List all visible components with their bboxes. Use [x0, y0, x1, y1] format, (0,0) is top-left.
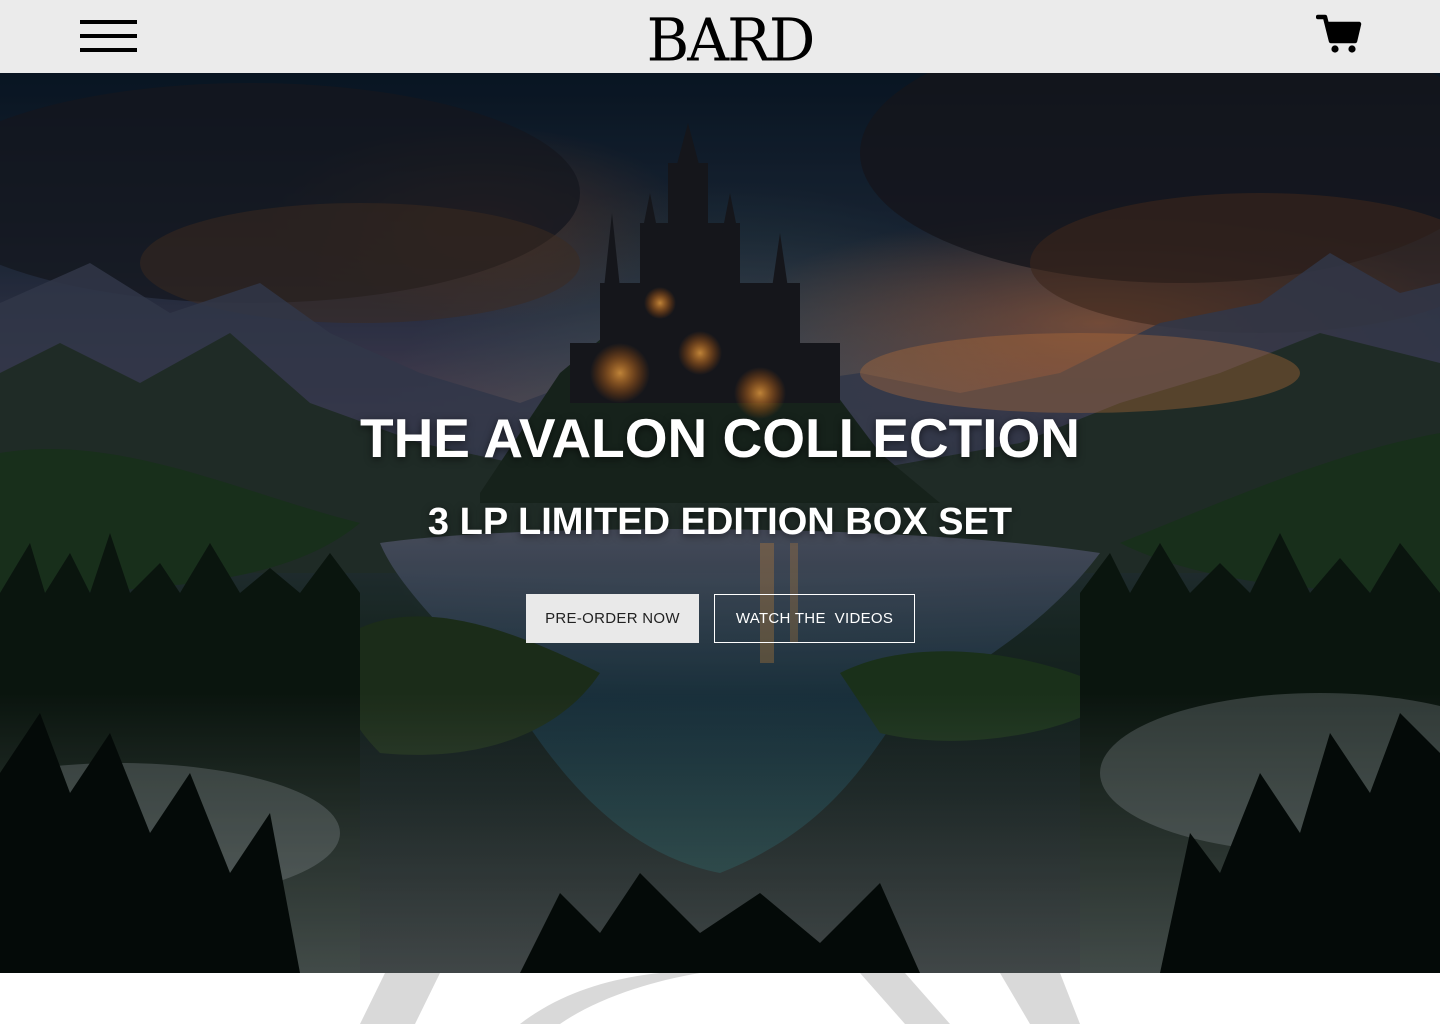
hamburger-menu-icon[interactable]: [80, 20, 137, 52]
hero-subtitle: 3 LP LIMITED EDITION BOX SET: [427, 501, 1013, 543]
logo-text: BARD: [646, 5, 816, 75]
hero-title: THE AVALON COLLECTION: [359, 407, 1081, 469]
next-section: [0, 973, 1440, 1024]
menu-bar: [80, 48, 137, 52]
watch-videos-button[interactable]: WATCH THE VIDEOS: [714, 594, 915, 643]
decorative-watermark-graphic: [360, 973, 1080, 1024]
menu-bar: [80, 34, 137, 38]
site-logo[interactable]: BARD: [647, 8, 816, 72]
shopping-cart-icon[interactable]: [1315, 14, 1362, 54]
hero-banner: THE AVALON COLLECTION 3 LP LIMITED EDITI…: [0, 73, 1440, 973]
pre-order-button[interactable]: PRE-ORDER NOW: [526, 594, 699, 643]
site-header: BARD: [0, 0, 1440, 73]
menu-bar: [80, 20, 137, 24]
cart-icon-graphic: [1315, 14, 1362, 53]
